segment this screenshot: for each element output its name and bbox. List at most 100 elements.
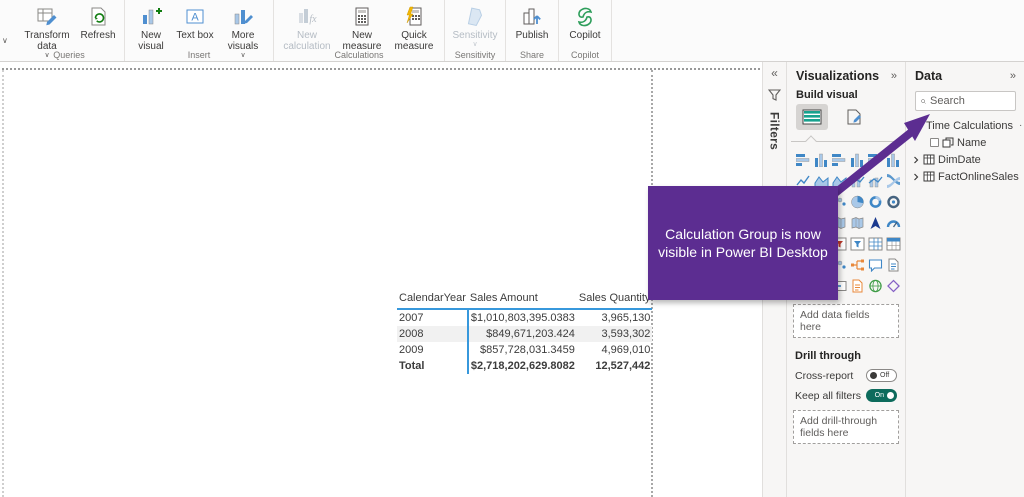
chevron-right-icon [914, 173, 919, 180]
tree-item-name[interactable]: Name [906, 134, 1024, 151]
svg-text:A: A [191, 12, 199, 24]
table-row: 2007 $1,010,803,395.0383 3,965,130 [397, 309, 652, 326]
button-label: Refresh [80, 30, 116, 41]
100-stacked-column-chart-icon[interactable] [884, 149, 902, 170]
pie-chart-icon[interactable] [848, 191, 866, 212]
qa-visual-icon[interactable] [866, 254, 884, 275]
ribbon: ∨ Transform data ∨ Refresh Queries New v… [0, 0, 1024, 62]
button-label: Text box [176, 30, 214, 41]
paginated-report-visual-icon[interactable] [848, 275, 866, 296]
expand-pane-icon[interactable]: « [771, 66, 778, 80]
tab-notch [791, 133, 901, 147]
group-label-queries: Queries [53, 50, 85, 60]
keep-all-filters-toggle[interactable]: On [866, 389, 897, 402]
cell-total-quantity: 12,527,442 [595, 360, 651, 372]
table-icon[interactable] [866, 233, 884, 254]
new-calculation-button[interactable]: fx New calculation [278, 2, 336, 52]
table-header-row: CalendarYear Sales Amount Sales Quantity [397, 289, 653, 310]
cell-amount: $849,671,203.424 [467, 326, 577, 342]
new-visual-icon [139, 4, 163, 30]
column-header[interactable]: CalendarYear [397, 289, 468, 310]
azure-map-icon[interactable] [848, 212, 866, 233]
ribbon-group-calculations: fx New calculation New measure Quick mea… [274, 0, 445, 61]
treemap-icon[interactable] [884, 191, 902, 212]
donut-chart-icon[interactable] [866, 191, 884, 212]
drill-through-heading: Drill through [795, 350, 861, 362]
100-stacked-bar-chart-icon[interactable] [866, 149, 884, 170]
clustered-column-chart-icon[interactable] [848, 149, 866, 170]
add-data-fields-dropzone[interactable]: Add data fields here [793, 304, 899, 338]
cell-quantity: 3,965,130 [601, 312, 651, 324]
collapse-pane-icon[interactable]: » [1010, 70, 1016, 82]
stacked-column-chart-icon[interactable] [812, 149, 830, 170]
annotation-callout: Calculation Group is now visible in Powe… [648, 186, 838, 300]
publish-button[interactable]: Publish [510, 2, 554, 41]
new-visual-button[interactable]: New visual [129, 2, 173, 52]
clustered-bar-chart-icon[interactable] [830, 149, 848, 170]
quick-measure-button[interactable]: Quick measure [388, 2, 440, 52]
more-options-icon[interactable]: ··· [1019, 120, 1024, 131]
ribbon-group-insert: New visual A Text box More visuals ∨ Ins… [125, 0, 274, 61]
selection-border-left [2, 70, 4, 497]
copilot-icon [573, 4, 597, 30]
new-measure-button[interactable]: New measure [336, 2, 388, 52]
svg-text:fx: fx [309, 14, 317, 25]
dropdown-chevron-icon: ∨ [472, 41, 478, 49]
collapse-pane-icon[interactable]: » [891, 70, 897, 82]
chevron-right-icon [914, 156, 919, 163]
sensitivity-button[interactable]: Sensitivity ∨ [449, 2, 501, 48]
arcgis-map-icon[interactable] [866, 275, 884, 296]
copilot-button[interactable]: Copilot [563, 2, 607, 41]
tree-item-dimdate[interactable]: DimDate [906, 151, 1024, 168]
line-stacked-column-chart-icon[interactable] [848, 170, 866, 191]
button-label: Sensitivity [452, 30, 498, 41]
table-icon [923, 154, 935, 165]
cell-quantity: 3,593,302 [576, 326, 653, 342]
ribbon-chart-icon[interactable] [884, 170, 902, 191]
line-clustered-column-chart-icon[interactable] [866, 170, 884, 191]
stacked-bar-chart-icon[interactable] [794, 149, 812, 170]
format-page-icon [847, 109, 861, 125]
tree-item-label: DimDate [938, 153, 981, 166]
column-header[interactable]: Sales Quantity [576, 289, 653, 310]
filters-pane-label[interactable]: Filters [768, 112, 782, 150]
tab-build-visual[interactable] [796, 104, 828, 130]
ribbon-cutoff-button[interactable]: ∨ [0, 0, 14, 61]
column-header[interactable]: Sales Amount [467, 289, 577, 310]
search-input[interactable] [930, 95, 1010, 107]
add-drill-through-fields-dropzone[interactable]: Add drill-through fields here [793, 410, 899, 444]
chevron-down-icon [912, 123, 920, 128]
tree-item-time-calculations[interactable]: Time Calculations ··· [906, 117, 1024, 134]
ribbon-group-share: Publish Share [506, 0, 559, 61]
refresh-button[interactable]: Refresh [76, 2, 120, 41]
checkbox[interactable] [930, 138, 939, 147]
cell-quantity: 4,969,010 [601, 344, 651, 356]
decomposition-tree-icon[interactable] [848, 254, 866, 275]
table-total-row: Total $2,718,202,629.8082 12,527,442 [397, 358, 652, 374]
cell-amount: $1,010,803,395.0383 [470, 312, 575, 324]
group-label-copilot: Copilot [570, 50, 599, 60]
toggle-state-label: On [874, 392, 884, 399]
visualizations-pane-title: Visualizations [796, 69, 880, 83]
filter-funnel-icon[interactable] [767, 88, 782, 106]
slicer-icon[interactable] [848, 233, 866, 254]
azure-map-visual-icon[interactable] [866, 212, 884, 233]
smart-narrative-icon[interactable] [884, 254, 902, 275]
gauge-icon[interactable] [884, 212, 902, 233]
cross-report-label: Cross-report [795, 369, 854, 382]
data-pane: Data » Time Calculations ··· Name DimDat… [905, 62, 1024, 497]
table-visual[interactable]: CalendarYear Sales Amount Sales Quantity… [397, 289, 653, 374]
cell-amount: $857,728,031.3459 [480, 344, 575, 356]
tab-format-visual[interactable] [838, 104, 870, 130]
text-box-button[interactable]: A Text box [173, 2, 217, 41]
data-pane-title: Data [915, 69, 943, 83]
publish-icon [520, 4, 544, 30]
calculation-item-icon [942, 137, 954, 148]
tree-item-factonlinesales[interactable]: FactOnlineSales [906, 168, 1024, 185]
power-automate-icon[interactable] [884, 275, 902, 296]
search-box[interactable] [915, 91, 1016, 111]
cross-report-toggle[interactable]: Off [866, 369, 897, 382]
ribbon-group-copilot: Copilot Copilot [559, 0, 612, 61]
group-label-calculations: Calculations [334, 50, 384, 60]
matrix-icon[interactable] [884, 233, 902, 254]
